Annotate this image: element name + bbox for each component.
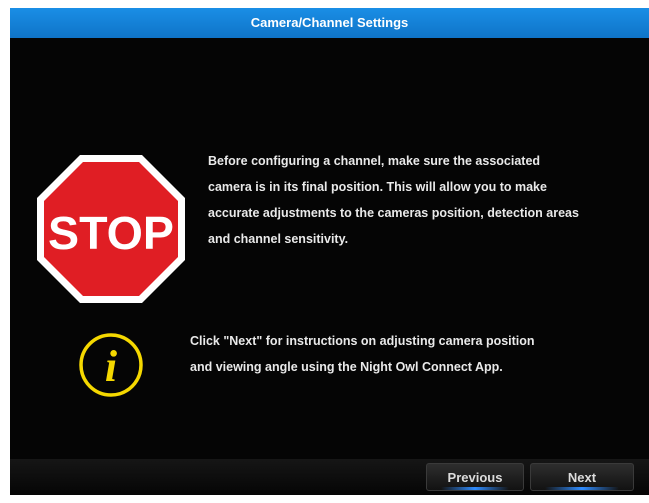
settings-dialog: Camera/Channel Settings STOP Before conf…: [10, 8, 649, 495]
info-icon: i: [78, 332, 144, 398]
dialog-title: Camera/Channel Settings: [10, 8, 649, 38]
warning-text: Before configuring a channel, make sure …: [208, 154, 579, 246]
next-button[interactable]: Next: [530, 463, 634, 491]
info-glyph: i: [105, 342, 118, 391]
button-bar: Previous Next: [10, 459, 649, 495]
stop-sign-label: STOP: [48, 207, 174, 259]
info-text: Click "Next" for instructions on adjusti…: [190, 334, 535, 374]
previous-button[interactable]: Previous: [426, 463, 524, 491]
stop-sign-icon: STOP: [35, 153, 187, 305]
